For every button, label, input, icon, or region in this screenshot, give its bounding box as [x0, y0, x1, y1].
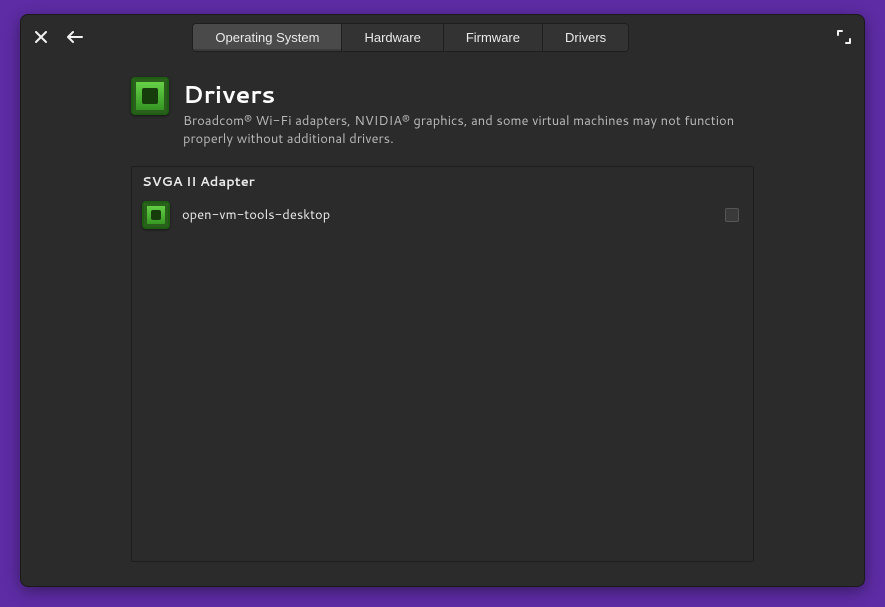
titlebar-left: [33, 29, 83, 45]
titlebar-right: [836, 29, 852, 45]
driver-label: open-vm-tools-desktop: [182, 206, 713, 224]
titlebar: Operating System Hardware Firmware Drive…: [21, 15, 864, 59]
tab-drivers[interactable]: Drivers: [543, 24, 628, 51]
drivers-panel: SVGA II Adapter open-vm-tools-desktop: [131, 166, 754, 562]
chip-icon: [142, 201, 170, 229]
close-icon[interactable]: [33, 29, 49, 45]
page-header: Drivers Broadcom® Wi-Fi adapters, NVIDIA…: [131, 77, 754, 148]
driver-group-header: SVGA II Adapter: [132, 167, 753, 195]
tab-operating-system[interactable]: Operating System: [193, 24, 342, 51]
tab-firmware[interactable]: Firmware: [444, 24, 543, 51]
content-area: Drivers Broadcom® Wi-Fi adapters, NVIDIA…: [21, 59, 864, 586]
page-description: Broadcom® Wi-Fi adapters, NVIDIA® graphi…: [183, 113, 743, 148]
page-title: Drivers: [183, 77, 743, 111]
app-window: Operating System Hardware Firmware Drive…: [20, 14, 865, 587]
driver-row: open-vm-tools-desktop: [132, 195, 753, 235]
back-icon[interactable]: [67, 29, 83, 45]
chip-icon: [131, 77, 169, 115]
tab-switcher: Operating System Hardware Firmware Drive…: [192, 23, 629, 52]
page-header-text: Drivers Broadcom® Wi-Fi adapters, NVIDIA…: [183, 77, 743, 148]
maximize-icon[interactable]: [836, 29, 852, 45]
tab-hardware[interactable]: Hardware: [342, 24, 443, 51]
driver-checkbox[interactable]: [725, 208, 739, 222]
